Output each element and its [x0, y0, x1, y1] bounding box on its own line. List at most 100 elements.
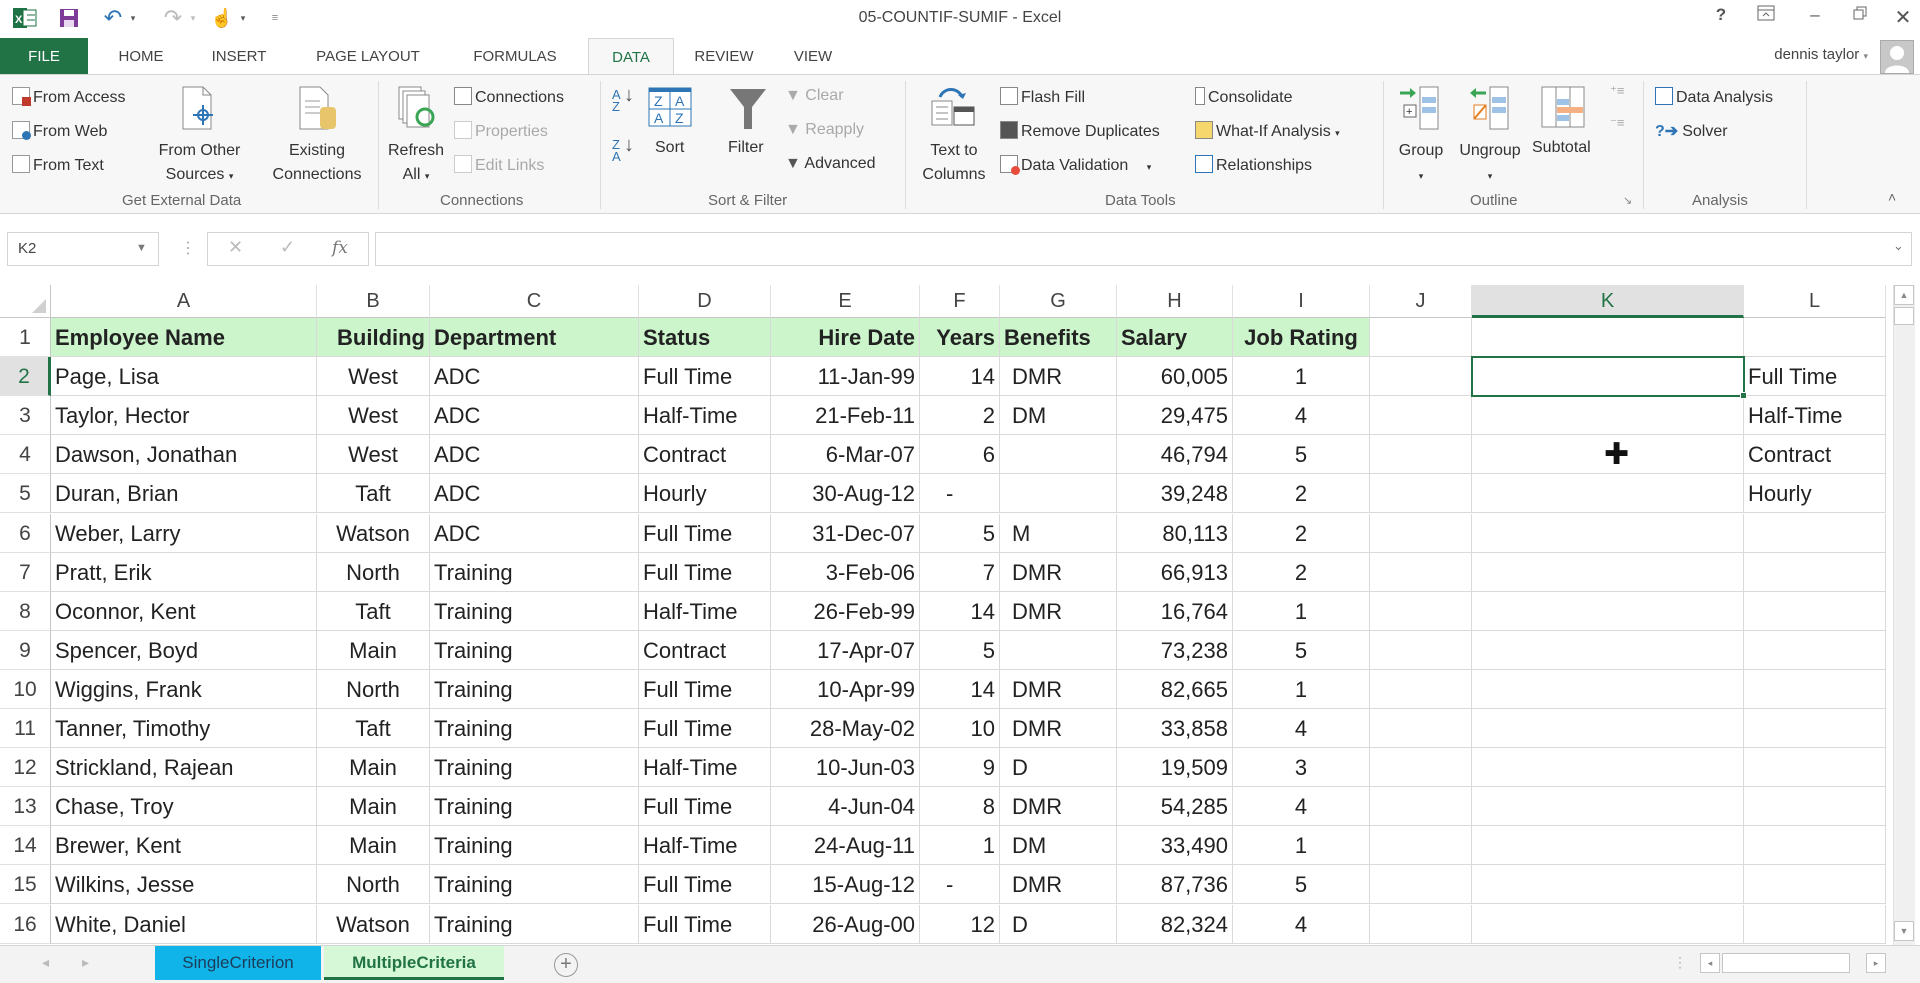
row-header-15[interactable]: 15	[0, 865, 51, 905]
cell-c7[interactable]: Training	[430, 552, 639, 592]
cell-a13[interactable]: Chase, Troy	[51, 787, 317, 827]
cell-c6[interactable]: ADC	[430, 513, 639, 553]
row-header-14[interactable]: 14	[0, 826, 51, 866]
cell-d1[interactable]: Status	[639, 318, 771, 358]
sort-z-to-a-icon[interactable]: Z A ↓	[612, 135, 634, 163]
cell-j8[interactable]	[1370, 591, 1472, 631]
cell-e13[interactable]: 4-Jun-04	[771, 787, 920, 827]
sheet-tab-multiplecriteria[interactable]: MultipleCriteria	[324, 946, 504, 980]
cell-b2[interactable]: West	[317, 357, 430, 397]
cell-g14[interactable]: DM	[1000, 826, 1117, 866]
cell-d11[interactable]: Full Time	[639, 709, 771, 749]
insert-function-icon[interactable]: fx	[332, 238, 348, 258]
cell-i13[interactable]: 4	[1233, 787, 1370, 827]
cell-l10[interactable]	[1744, 669, 1886, 709]
cell-f10[interactable]: 14	[920, 669, 1000, 709]
cell-d10[interactable]: Full Time	[639, 669, 771, 709]
cell-k6[interactable]	[1472, 513, 1744, 553]
from-text-button[interactable]: From Text	[12, 155, 104, 175]
cell-k3[interactable]	[1472, 396, 1744, 436]
cell-j4[interactable]	[1370, 435, 1472, 475]
column-header-d[interactable]: D	[639, 285, 771, 318]
cell-k1[interactable]	[1472, 318, 1744, 358]
cell-d8[interactable]: Half-Time	[639, 591, 771, 631]
tab-data[interactable]: DATA	[588, 38, 674, 75]
vertical-scrollbar[interactable]: ▲ ▼	[1893, 285, 1915, 945]
sheet-scroll-right-icon[interactable]: ▸	[82, 954, 89, 971]
cell-g12[interactable]: D	[1000, 748, 1117, 788]
scroll-thumb[interactable]	[1894, 307, 1914, 325]
cell-f3[interactable]: 2	[920, 396, 1000, 436]
cell-l16[interactable]	[1744, 904, 1886, 944]
cell-h11[interactable]: 33,858	[1117, 709, 1233, 749]
cell-b11[interactable]: Taft	[317, 709, 430, 749]
cell-l12[interactable]	[1744, 748, 1886, 788]
cell-a3[interactable]: Taylor, Hector	[51, 396, 317, 436]
cell-h12[interactable]: 19,509	[1117, 748, 1233, 788]
cell-f9[interactable]: 5	[920, 630, 1000, 670]
column-header-l[interactable]: L	[1744, 285, 1886, 318]
minimize-icon[interactable]: –	[1800, 5, 1830, 25]
cell-i2[interactable]: 1	[1233, 357, 1370, 397]
cell-a7[interactable]: Pratt, Erik	[51, 552, 317, 592]
row-header-6[interactable]: 6	[0, 513, 51, 553]
cell-f14[interactable]: 1	[920, 826, 1000, 866]
cell-g3[interactable]: DM	[1000, 396, 1117, 436]
cell-a9[interactable]: Spencer, Boyd	[51, 630, 317, 670]
text-to-columns-button[interactable]: Text to Columns	[916, 139, 992, 187]
cell-f1[interactable]: Years	[920, 318, 1000, 358]
hide-detail-button[interactable]: ⁻≡	[1610, 115, 1624, 131]
cell-i14[interactable]: 1	[1233, 826, 1370, 866]
cell-b6[interactable]: Watson	[317, 513, 430, 553]
cell-e1[interactable]: Hire Date	[771, 318, 920, 358]
cell-j12[interactable]	[1370, 748, 1472, 788]
column-header-g[interactable]: G	[1000, 285, 1117, 318]
cell-a12[interactable]: Strickland, Rajean	[51, 748, 317, 788]
cell-l9[interactable]	[1744, 630, 1886, 670]
cell-c9[interactable]: Training	[430, 630, 639, 670]
cell-d15[interactable]: Full Time	[639, 865, 771, 905]
tab-insert[interactable]: INSERT	[196, 38, 282, 75]
cell-e4[interactable]: 6-Mar-07	[771, 435, 920, 475]
cell-g15[interactable]: DMR	[1000, 865, 1117, 905]
cell-f11[interactable]: 10	[920, 709, 1000, 749]
cell-a6[interactable]: Weber, Larry	[51, 513, 317, 553]
cell-f6[interactable]: 5	[920, 513, 1000, 553]
cell-a16[interactable]: White, Daniel	[51, 904, 317, 944]
cell-k14[interactable]	[1472, 826, 1744, 866]
cell-c3[interactable]: ADC	[430, 396, 639, 436]
cell-h6[interactable]: 80,113	[1117, 513, 1233, 553]
cell-f5[interactable]: -	[920, 474, 1000, 514]
cell-g9[interactable]	[1000, 630, 1117, 670]
cell-k7[interactable]	[1472, 552, 1744, 592]
cell-h7[interactable]: 66,913	[1117, 552, 1233, 592]
cell-g11[interactable]: DMR	[1000, 709, 1117, 749]
cell-b1[interactable]: Building	[317, 318, 430, 358]
sheet-scroll-left-icon[interactable]: ◂	[42, 954, 49, 971]
cell-g4[interactable]	[1000, 435, 1117, 475]
cell-a1[interactable]: Employee Name	[51, 318, 317, 358]
connections-button[interactable]: Connections	[454, 87, 564, 107]
cell-a11[interactable]: Tanner, Timothy	[51, 709, 317, 749]
hscroll-right-button[interactable]: ▸	[1866, 953, 1886, 973]
cell-h5[interactable]: 39,248	[1117, 474, 1233, 514]
cell-e15[interactable]: 15-Aug-12	[771, 865, 920, 905]
scroll-down-button[interactable]: ▼	[1894, 921, 1914, 941]
cell-h14[interactable]: 33,490	[1117, 826, 1233, 866]
tab-home[interactable]: HOME	[100, 38, 182, 75]
outline-dialog-launcher-icon[interactable]: ↘	[1623, 194, 1632, 207]
cell-k2[interactable]	[1472, 357, 1744, 397]
cell-b12[interactable]: Main	[317, 748, 430, 788]
refresh-all-button[interactable]: Refresh All ▾	[382, 139, 450, 188]
sort-a-to-z-icon[interactable]: A Z ↓	[612, 85, 634, 113]
formula-input[interactable]	[375, 232, 1912, 266]
cell-l8[interactable]	[1744, 591, 1886, 631]
cell-j10[interactable]	[1370, 669, 1472, 709]
column-header-h[interactable]: H	[1117, 285, 1233, 318]
cell-f2[interactable]: 14	[920, 357, 1000, 397]
row-header-12[interactable]: 12	[0, 748, 51, 788]
cell-a14[interactable]: Brewer, Kent	[51, 826, 317, 866]
row-header-7[interactable]: 7	[0, 552, 51, 592]
cell-d2[interactable]: Full Time	[639, 357, 771, 397]
cell-e2[interactable]: 11-Jan-99	[771, 357, 920, 397]
